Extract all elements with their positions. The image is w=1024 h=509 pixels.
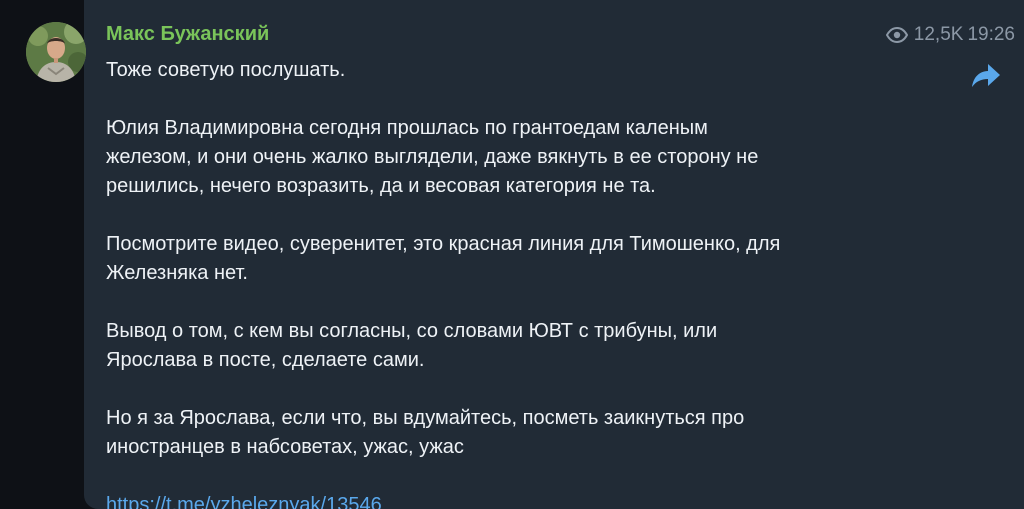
paragraph: Но я за Ярослава, если что, вы вдумайтес… — [106, 404, 946, 462]
paragraph: Тоже советую послушать. — [106, 56, 946, 85]
text-line: Посмотрите видео, суверенитет, это красн… — [106, 233, 781, 255]
text-line: железом, и они очень жалко выглядели, да… — [106, 146, 759, 168]
text-line: Вывод о том, с кем вы согласны, со слова… — [106, 320, 718, 342]
author-avatar[interactable] — [26, 22, 86, 82]
text-line: Железняка нет. — [106, 262, 248, 284]
text-line: иностранцев в набсоветах, ужас, ужас — [106, 436, 464, 458]
author-name[interactable]: Макс Бужанский — [106, 23, 269, 46]
eye-icon — [885, 27, 908, 43]
message-time: 19:26 — [967, 24, 1015, 45]
link-line: https://t.me/yzheleznyak/13546 — [106, 491, 946, 509]
text-line: Тоже советую послушать. — [106, 59, 346, 81]
text-line: Но я за Ярослава, если что, вы вдумайтес… — [106, 407, 745, 429]
paragraph: Вывод о том, с кем вы согласны, со слова… — [106, 317, 946, 375]
message-link[interactable]: https://t.me/yzheleznyak/13546 — [106, 494, 382, 509]
message-text: Тоже советую послушать. Юлия Владимировн… — [106, 56, 946, 509]
text-line: решились, нечего возразить, да и весовая… — [106, 175, 656, 197]
paragraph: Юлия Владимировна сегодня прошлась по гр… — [106, 114, 946, 201]
text-line: Ярослава в посте, сделаете сами. — [106, 349, 425, 371]
avatar-photo — [26, 22, 86, 82]
paragraph: Посмотрите видео, суверенитет, это красн… — [106, 230, 946, 288]
views-count: 12,5K — [913, 24, 964, 45]
message-meta: 12,5K 19:26 — [885, 24, 1015, 46]
share-arrow-icon — [971, 63, 1001, 94]
share-button[interactable] — [969, 61, 1003, 95]
telegram-channel-view: Макс Бужанский 12,5K 19:26 Тоже советую … — [0, 0, 1024, 509]
text-line: Юлия Владимировна сегодня прошлась по гр… — [106, 117, 708, 139]
